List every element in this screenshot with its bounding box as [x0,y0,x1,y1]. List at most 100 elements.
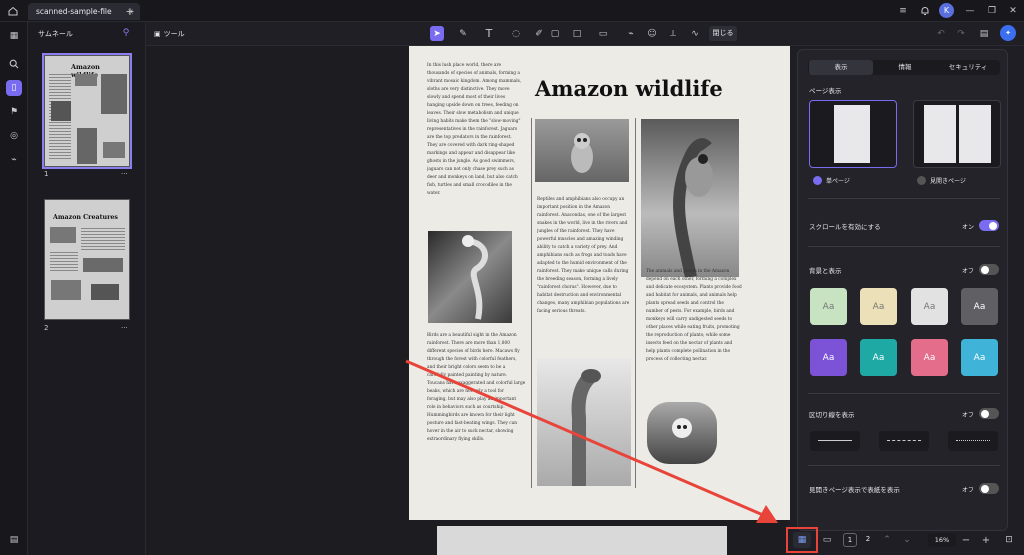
highlight-icon[interactable]: ✎ [456,26,470,41]
owl-photo [535,119,629,182]
background-toggle[interactable] [979,264,999,275]
measure-icon[interactable]: ⟂ [666,26,680,41]
two-page-radio[interactable] [917,176,926,185]
stamp-icon[interactable]: ▭ [596,26,610,41]
tab-label: scanned-sample-file [36,7,112,16]
attachment-icon[interactable]: ⌁ [6,152,22,168]
single-page-option[interactable] [809,100,897,168]
bookmark-icon[interactable]: ⚑ [6,104,22,120]
page-number-label: 1 [44,170,49,178]
redo-icon[interactable]: ↷ [954,26,968,41]
separator-solid-option[interactable] [810,431,860,451]
thumbnail-panel-title: サムネール [38,30,73,38]
signature-icon[interactable]: ∿ [688,26,702,41]
column-2-text: Reptiles and amphibians also occupy an i… [537,197,630,314]
comment-icon[interactable]: ◎ [6,128,22,144]
background-swatch-pink[interactable]: Aa [911,339,948,376]
annotation-arrow [405,359,778,523]
background-state: オフ [962,268,975,275]
pin-icon[interactable]: ⚲ [120,27,132,39]
article-title: Amazon wildlife [535,76,723,101]
page-menu-button[interactable]: ··· [121,170,128,178]
separator-state: オフ [962,412,975,419]
chevron-down-icon[interactable]: ⌄ [901,533,913,547]
main-toolbar: ▣ ツール ➤ ✎ T ◌ ✐ ▢ □ ▭ ⌁ ☺ ⟂ ∿ 閉じる ↶ ↷ ▤ ✦ [146,22,1024,46]
close-toolbar-button[interactable]: 閉じる [709,26,737,41]
tools-label: ツール [163,30,185,38]
avatar[interactable]: K [939,3,954,18]
tab-security[interactable]: セキュリティ [937,60,999,75]
search-icon[interactable] [6,56,22,72]
shape-icon[interactable]: ▢ [548,26,562,41]
thumb-text-block [81,226,125,252]
two-page-label: 見開きページ [930,178,966,185]
page-number-label: 2 [44,324,49,332]
thumb-photo [75,74,97,86]
page-1-button[interactable]: 1 [843,533,857,547]
grid-icon[interactable]: ▦ [6,28,22,44]
zoom-level[interactable]: 16% [928,533,956,547]
zoom-out-button[interactable]: − [960,533,972,547]
background-swatch-light-gray[interactable]: Aa [911,288,948,325]
page-2-button[interactable]: 2 [861,533,875,547]
thumb-photo [51,101,71,121]
thumb-photo [101,74,127,114]
background-swatch-blue[interactable]: Aa [961,339,998,376]
presentation-icon[interactable]: ▭ [820,533,834,547]
thumb-photo [77,128,97,164]
save-icon[interactable]: ▤ [977,26,991,41]
thumb-photo [91,284,119,300]
zoom-in-button[interactable]: + [980,533,992,547]
separator-dashed-option[interactable] [879,431,929,451]
attach-icon[interactable]: ⌁ [624,26,638,41]
layout-icon[interactable]: ▤ [6,532,22,548]
scroll-toggle[interactable] [979,220,999,231]
home-icon[interactable] [6,4,20,18]
page-preview-icon [924,105,956,163]
divider [808,393,1000,394]
thumbnail-page-icon[interactable]: ▯ [6,80,22,96]
minimize-icon[interactable]: — [963,4,977,18]
display-settings-icon[interactable]: ▦ [793,532,811,548]
pen-icon[interactable]: ✐ [532,26,546,41]
flamingo-photo [428,231,512,323]
background-swatch-green[interactable]: Aa [810,288,847,325]
two-page-option[interactable] [913,100,1001,168]
tools-icon: ▣ [154,30,161,38]
select-cursor-icon[interactable]: ➤ [430,26,444,41]
comment-bubble-icon[interactable]: ◌ [509,26,523,41]
tools-button[interactable]: ▣ ツール [154,27,188,41]
thumb-photo [83,258,123,272]
undo-icon[interactable]: ↶ [934,26,948,41]
single-page-radio[interactable] [813,176,822,185]
background-swatch-teal[interactable]: Aa [860,339,897,376]
text-icon[interactable]: T [482,26,496,41]
thumb-photo [103,142,125,158]
square-icon[interactable]: □ [570,26,584,41]
add-tab-button[interactable]: + [124,4,136,18]
background-swatch-purple[interactable]: Aa [810,339,847,376]
page-thumbnail-1[interactable]: Amazon wildlife [42,53,132,169]
ai-assistant-icon[interactable]: ✦ [1000,25,1016,41]
background-swatch-dark-gray[interactable]: Aa [961,288,998,325]
separator-toggle[interactable] [979,408,999,419]
page-menu-button[interactable]: ··· [121,324,128,332]
frog-photo [641,119,739,277]
tab-info[interactable]: 情報 [873,60,937,75]
fit-page-icon[interactable]: ⊡ [1002,533,1016,547]
restore-icon[interactable]: ❐ [985,4,999,18]
tab-view[interactable]: 表示 [809,60,873,75]
separator-dotted-option[interactable] [948,431,998,451]
divider [808,198,1000,199]
bottom-status-bar: ▦ ▭ 1 2 ⌃ ⌄ 16% − + ⊡ [780,524,1024,555]
background-swatch-cream[interactable]: Aa [860,288,897,325]
page-thumbnail-2[interactable]: Amazon Creatures [44,199,130,320]
close-window-icon[interactable]: ✕ [1006,4,1020,18]
bell-icon[interactable] [918,4,932,18]
menu-icon[interactable]: ≡ [896,4,910,18]
scroll-label: スクロールを有効にする [809,223,881,231]
chevron-up-icon[interactable]: ⌃ [881,533,893,547]
divider [808,246,1000,247]
cover-toggle[interactable] [979,483,999,494]
sticker-icon[interactable]: ☺ [645,26,659,41]
